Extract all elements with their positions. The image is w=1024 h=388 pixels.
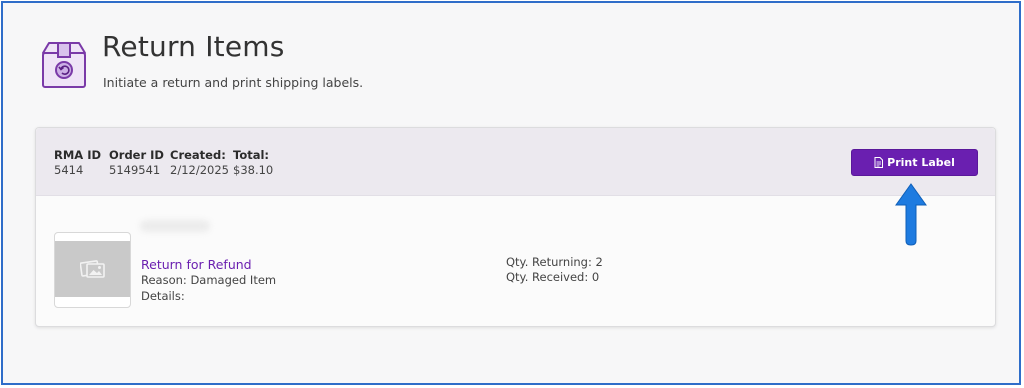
created-label: Created: <box>170 148 226 162</box>
print-label-text: Print Label <box>887 156 955 169</box>
page-subtitle: Initiate a return and print shipping lab… <box>103 75 364 90</box>
reason-line: Reason: Damaged Item <box>141 273 276 287</box>
qty-received-label: Qty. Received: <box>506 270 589 284</box>
rma-id-value: 5414 <box>54 163 84 177</box>
created-value: 2/12/2025 <box>170 163 229 177</box>
qty-received-value: 0 <box>591 270 600 284</box>
product-thumbnail <box>54 232 131 308</box>
page-title: Return Items <box>102 30 285 63</box>
total-label: Total: <box>233 148 270 162</box>
document-icon <box>874 157 884 168</box>
total-value: $38.10 <box>233 163 274 177</box>
qty-returning-line: Qty. Returning: 2 <box>506 255 603 269</box>
total-field: Total: $38.10 <box>233 148 273 178</box>
image-placeholder-icon <box>79 260 105 278</box>
reason-label: Reason: <box>141 273 187 287</box>
reason-value: Damaged Item <box>190 273 277 287</box>
order-id-value: 5149541 <box>109 163 161 177</box>
order-id-label: Order ID <box>109 148 164 162</box>
created-field: Created: 2/12/2025 <box>170 148 229 178</box>
qty-returning-value: 2 <box>595 255 603 269</box>
arrow-up-icon <box>895 183 927 246</box>
app-frame: Return Items Initiate a return and print… <box>1 1 1021 385</box>
return-card: RMA ID 5414 Order ID 5149541 Created: 2/… <box>35 127 996 327</box>
details-label: Details: <box>141 289 185 303</box>
qty-returning-label: Qty. Returning: <box>506 255 592 269</box>
return-type-link[interactable]: Return for Refund <box>141 257 252 272</box>
order-id-field: Order ID 5149541 <box>109 148 164 178</box>
image-placeholder <box>55 241 130 297</box>
return-card-header: RMA ID 5414 Order ID 5149541 Created: 2/… <box>36 128 995 196</box>
rma-id-field: RMA ID 5414 <box>54 148 101 178</box>
product-name-redacted <box>140 220 210 232</box>
qty-received-line: Qty. Received: 0 <box>506 270 599 284</box>
return-box-icon <box>42 42 86 88</box>
print-label-button[interactable]: Print Label <box>851 149 978 176</box>
rma-id-label: RMA ID <box>54 148 102 162</box>
